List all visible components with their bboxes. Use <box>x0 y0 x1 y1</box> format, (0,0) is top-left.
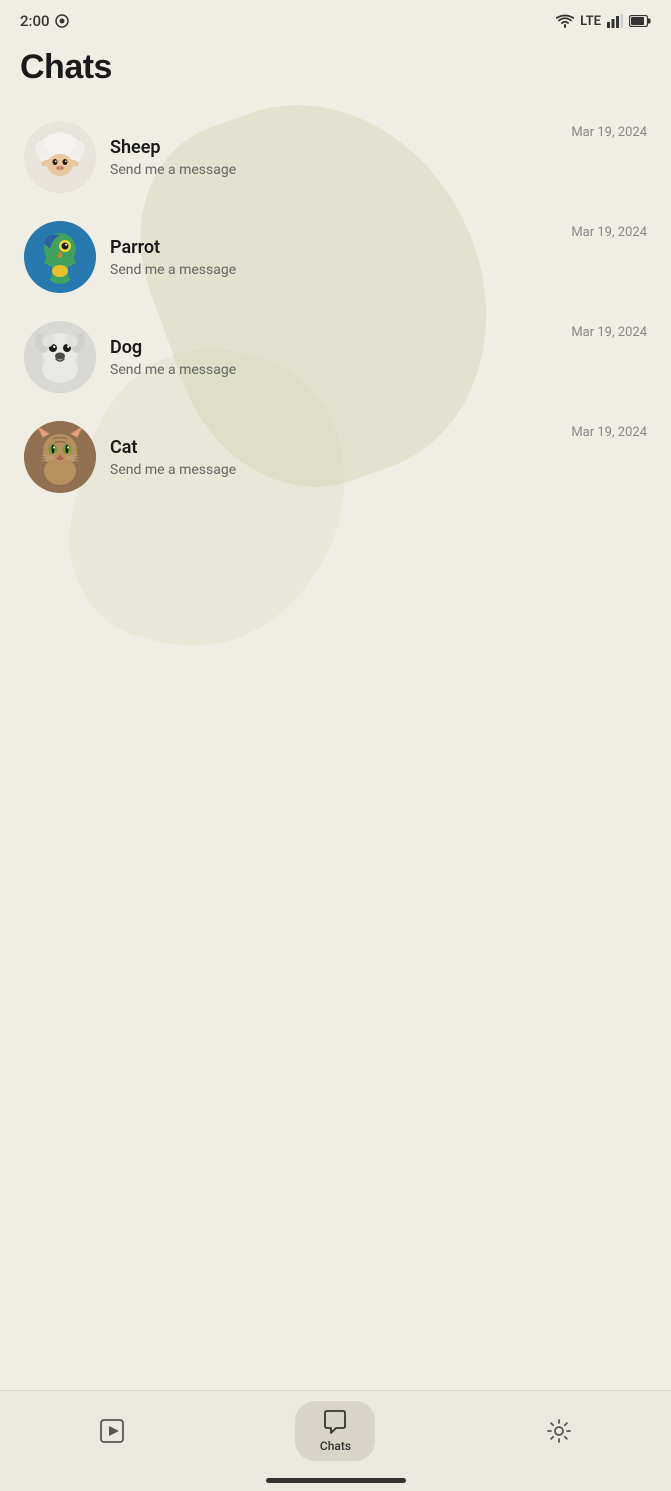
chat-item-sheep[interactable]: Sheep Send me a message Mar 19, 2024 <box>16 107 655 207</box>
battery-icon <box>629 15 651 27</box>
home-indicator <box>266 1478 406 1483</box>
chat-date-sheep: Mar 19, 2024 <box>571 121 647 140</box>
nav-item-stories[interactable] <box>72 1410 152 1452</box>
lte-icon: LTE <box>580 14 601 29</box>
avatar-dog <box>24 321 96 393</box>
cat-avatar-svg <box>24 421 96 493</box>
chat-date-dog: Mar 19, 2024 <box>571 321 647 340</box>
avatar-parrot <box>24 221 96 293</box>
avatar-cat <box>24 421 96 493</box>
settings-icon <box>546 1418 572 1444</box>
nav-item-chats[interactable]: Chats <box>295 1401 375 1461</box>
chat-item-dog[interactable]: Dog Send me a message Mar 19, 2024 <box>16 307 655 407</box>
chat-name-dog: Dog <box>110 337 557 358</box>
time-text: 2:00 <box>20 12 50 30</box>
status-bar: 2:00 LTE <box>0 0 671 38</box>
page-title: Chats <box>0 38 671 107</box>
bottom-nav: Chats <box>0 1390 671 1491</box>
chat-preview-sheep: Send me a message <box>110 162 557 178</box>
chat-preview-parrot: Send me a message <box>110 262 557 278</box>
chat-info-sheep: Sheep Send me a message <box>110 137 557 178</box>
chat-info-cat: Cat Send me a message <box>110 437 557 478</box>
nav-item-settings[interactable] <box>519 1410 599 1452</box>
signal-icon <box>607 14 623 28</box>
chat-info-dog: Dog Send me a message <box>110 337 557 378</box>
status-indicator-icon <box>55 14 69 28</box>
wifi-icon <box>556 14 574 28</box>
chat-name-sheep: Sheep <box>110 137 557 158</box>
sheep-avatar-svg <box>24 121 96 193</box>
chat-list: Sheep Send me a message Mar 19, 2024 <box>0 107 671 507</box>
avatar-sheep <box>24 121 96 193</box>
status-icons: LTE <box>556 14 651 29</box>
chat-preview-cat: Send me a message <box>110 462 557 478</box>
chat-name-cat: Cat <box>110 437 557 458</box>
dog-avatar-svg <box>24 321 96 393</box>
status-time: 2:00 <box>20 12 69 30</box>
chat-date-parrot: Mar 19, 2024 <box>571 221 647 240</box>
chat-item-cat[interactable]: Cat Send me a message Mar 19, 2024 <box>16 407 655 507</box>
chat-info-parrot: Parrot Send me a message <box>110 237 557 278</box>
chat-date-cat: Mar 19, 2024 <box>571 421 647 440</box>
chat-name-parrot: Parrot <box>110 237 557 258</box>
chats-icon <box>322 1409 348 1435</box>
parrot-avatar-svg <box>24 221 96 293</box>
stories-icon <box>99 1418 125 1444</box>
chat-preview-dog: Send me a message <box>110 362 557 378</box>
chat-item-parrot[interactable]: Parrot Send me a message Mar 19, 2024 <box>16 207 655 307</box>
chats-nav-label: Chats <box>320 1439 351 1453</box>
